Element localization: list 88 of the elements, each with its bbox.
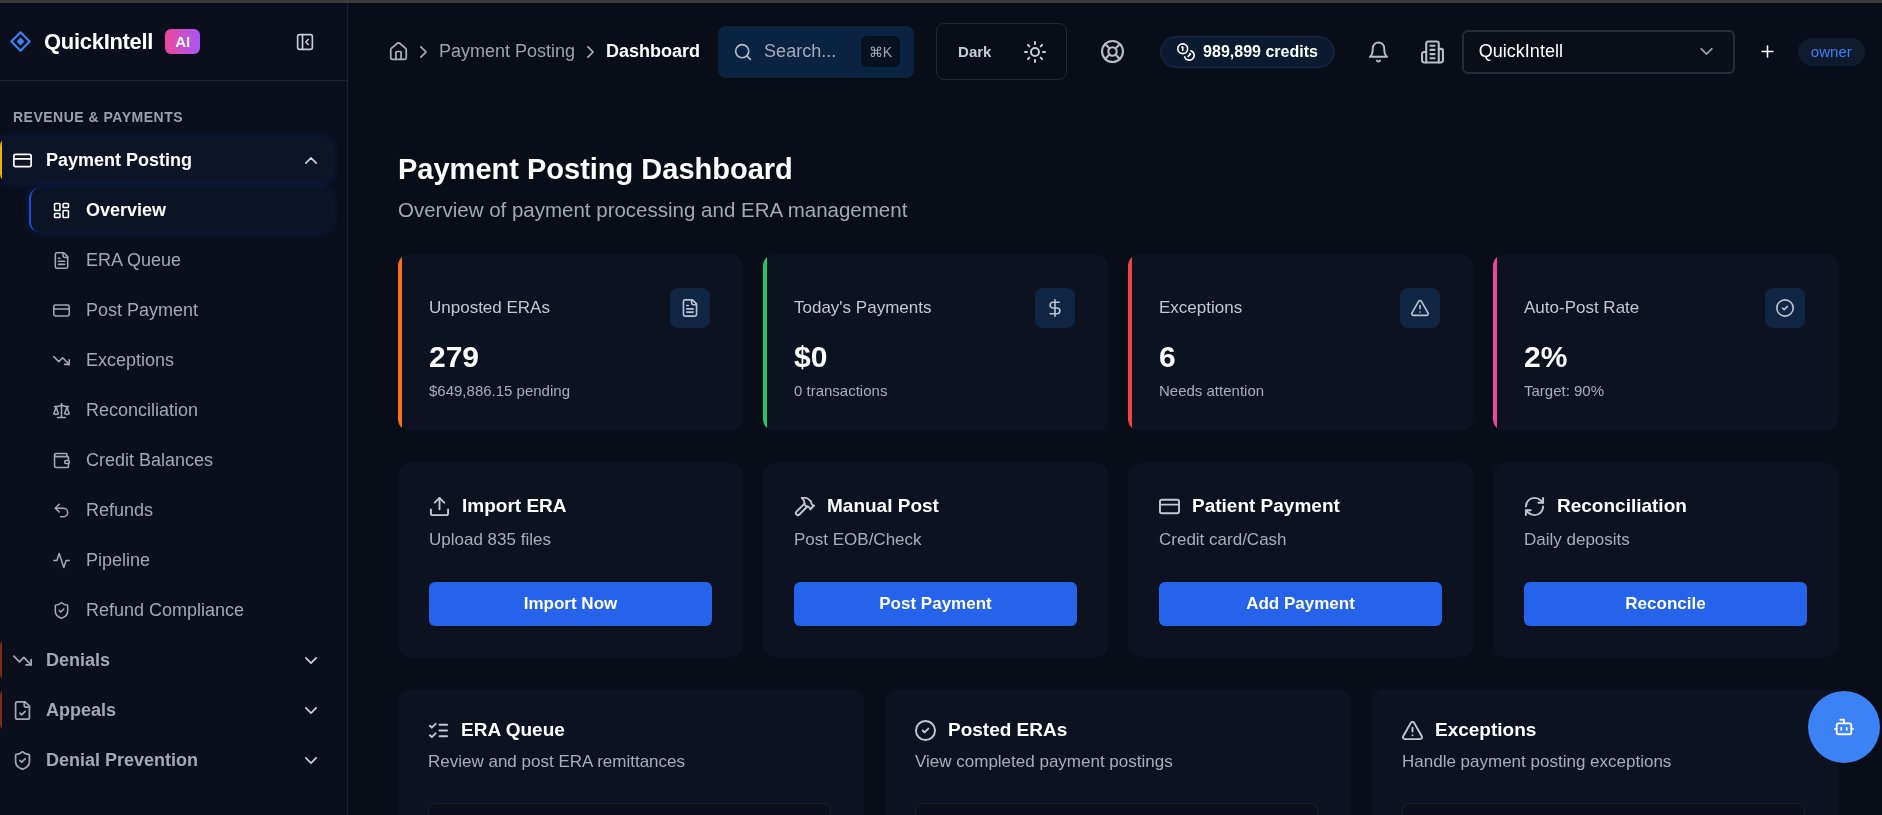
stat-value: 6	[1159, 339, 1177, 375]
action-description: Upload 835 files	[429, 529, 552, 551]
section-title: ERA Queue	[461, 719, 565, 741]
breadcrumb-link[interactable]: Payment Posting	[439, 41, 576, 62]
home-icon[interactable]	[389, 42, 408, 61]
sidebar-subitem[interactable]: ERA Queue	[29, 238, 332, 282]
sidebar-subitem[interactable]: Exceptions	[29, 338, 332, 382]
organization-select[interactable]: QuickIntell	[1461, 29, 1735, 74]
lifebuoy-icon[interactable]	[1101, 40, 1125, 63]
stat-label: Unposted ERAs	[429, 298, 550, 318]
sidebar-item[interactable]: Denials	[0, 638, 332, 682]
upload-icon	[429, 495, 450, 517]
stat-label: Auto-Post Rate	[1524, 298, 1640, 318]
sidebar-subitem[interactable]: Overview	[29, 188, 332, 232]
refresh-icon	[1524, 495, 1545, 517]
stat-value: 279	[429, 339, 481, 375]
chevron-right-icon	[587, 45, 595, 58]
action-title: Manual Post	[827, 495, 939, 517]
sidebar-subitem[interactable]: Post Payment	[29, 288, 332, 332]
sun-icon	[1024, 40, 1047, 63]
scale-icon	[53, 401, 70, 419]
sidebar-collapse-icon[interactable]	[296, 32, 314, 51]
sidebar-subitem[interactable]: Credit Balances	[29, 438, 332, 482]
section-title: Exceptions	[1435, 719, 1537, 741]
sidebar-item[interactable]: Denial Prevention	[0, 738, 332, 782]
credit-card-icon	[53, 301, 70, 319]
document-icon	[670, 288, 710, 328]
document-icon	[53, 251, 70, 269]
stat-value: $0	[794, 339, 829, 375]
section-description: Review and post ERA remittances	[428, 751, 686, 773]
action-description: Credit card/Cash	[1159, 529, 1288, 551]
chevron-right-icon	[420, 45, 427, 58]
action-title: Reconciliation	[1557, 495, 1687, 517]
section-title: Posted ERAs	[948, 719, 1068, 741]
breadcrumb-current: Dashboard	[606, 41, 701, 62]
app-name: QuickIntell	[44, 28, 154, 55]
page-title: Payment Posting Dashboard	[398, 152, 794, 187]
sidebar-subitem[interactable]: Refund Compliance	[29, 588, 332, 632]
undo-arrow-icon	[53, 501, 70, 519]
stat-note: $649,886.15 pending	[429, 381, 571, 401]
action-description: Post EOB/Check	[794, 529, 923, 551]
role-badge: owner	[1797, 37, 1865, 66]
stat-label: Today's Payments	[794, 298, 932, 318]
diamond-logo-icon	[10, 31, 31, 52]
theme-toggle[interactable]: Dark	[936, 23, 1068, 80]
chevron-down-icon	[1699, 48, 1713, 55]
credits-count: 989,899 credits	[1203, 42, 1318, 61]
check-circle-icon	[915, 719, 936, 741]
hammer-icon	[794, 495, 815, 517]
section-description: Handle payment posting exceptions	[1402, 751, 1673, 773]
action-button[interactable]: Post Payment	[794, 582, 1077, 626]
search-field[interactable]: Search...	[764, 41, 861, 62]
sidebar-subitem[interactable]: Pipeline	[29, 538, 332, 582]
page-subtitle: Overview of payment processing and ERA management	[398, 197, 909, 223]
stat-label: Exceptions	[1159, 298, 1243, 318]
grid-icon	[53, 201, 70, 219]
stat-note: Target: 90%	[1524, 381, 1606, 401]
sidebar-item[interactable]: Appeals	[0, 688, 332, 732]
wallet-icon	[53, 451, 70, 469]
bell-icon[interactable]	[1367, 40, 1389, 63]
document-check-icon	[13, 700, 32, 720]
plus-icon[interactable]	[1758, 43, 1776, 60]
action-title: Patient Payment	[1192, 495, 1340, 517]
shield-check-icon	[53, 601, 70, 619]
stat-note: 0 transactions	[794, 381, 889, 401]
section-description: View completed payment postings	[915, 751, 1174, 773]
sidebar-subitem[interactable]: Reconciliation	[29, 388, 332, 432]
coins-icon	[1177, 42, 1196, 61]
shield-check-icon	[13, 750, 32, 770]
ai-badge: AI	[165, 29, 201, 54]
stat-value: 2%	[1524, 339, 1569, 375]
sidebar-item[interactable]: Payment Posting	[0, 138, 332, 182]
pulse-line-icon	[53, 551, 70, 569]
action-button[interactable]: Import Now	[429, 582, 712, 626]
warning-icon	[1400, 288, 1440, 328]
action-button[interactable]: Add Payment	[1159, 582, 1442, 626]
stat-note: Needs attention	[1159, 381, 1266, 401]
action-description: Daily deposits	[1524, 529, 1631, 551]
building-icon[interactable]	[1420, 39, 1444, 64]
action-button[interactable]: Reconcile	[1524, 582, 1807, 626]
search-icon	[734, 42, 753, 61]
shortcut-key: ⌘K	[860, 36, 901, 67]
sidebar-subitem[interactable]: Refunds	[29, 488, 332, 532]
dollar-icon	[1035, 288, 1075, 328]
robot-icon	[1834, 717, 1854, 737]
section-heading: REVENUE & PAYMENTS	[12, 108, 185, 126]
action-title: Import ERA	[462, 495, 567, 517]
warning-icon	[1402, 719, 1423, 741]
